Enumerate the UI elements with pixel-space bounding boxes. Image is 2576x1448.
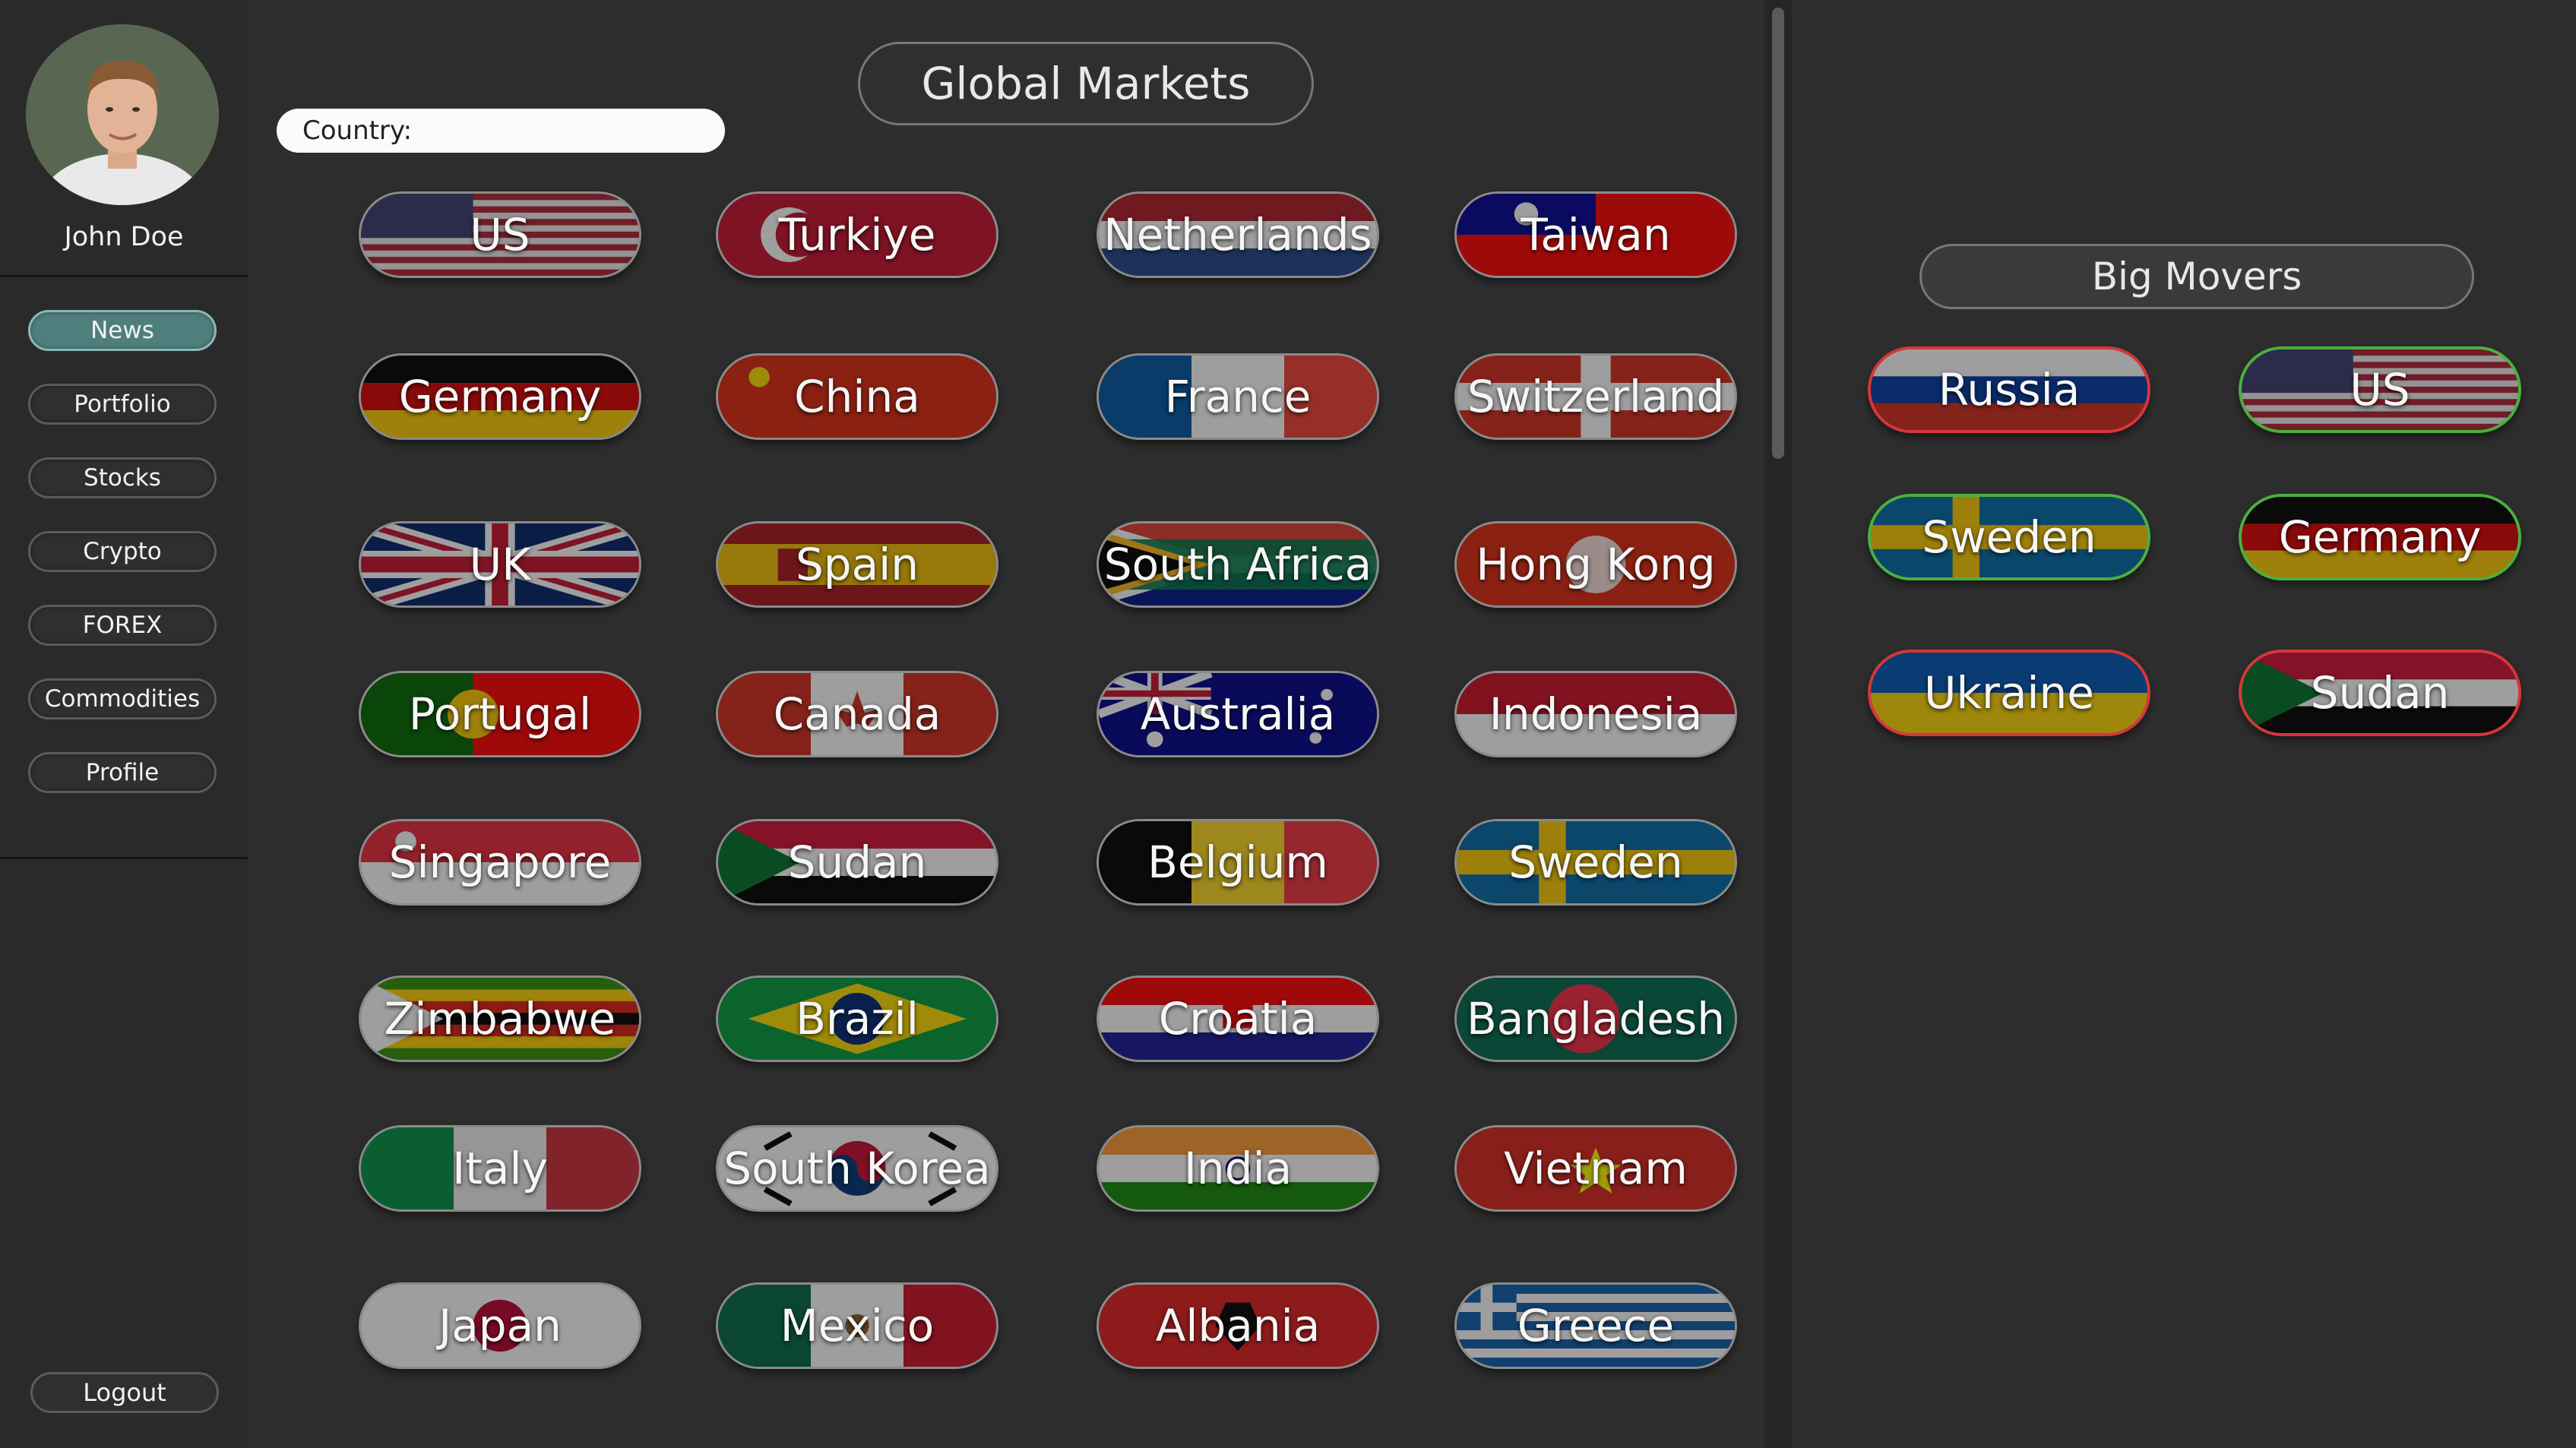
- country-label: Germany: [398, 371, 602, 422]
- country-pill-switzerland[interactable]: Switzerland: [1454, 353, 1737, 440]
- nav-portfolio-button[interactable]: Portfolio: [28, 384, 217, 425]
- country-pill-sweden[interactable]: Sweden: [1454, 819, 1737, 906]
- country-pill-india[interactable]: India: [1097, 1125, 1379, 1212]
- country-label: Turkiye: [778, 209, 936, 261]
- country-pill-spain[interactable]: Spain: [716, 521, 998, 608]
- country-label: India: [1183, 1143, 1293, 1194]
- country-label: Indonesia: [1489, 688, 1703, 740]
- country-pill-germany[interactable]: Germany: [2239, 494, 2521, 580]
- country-pill-china[interactable]: China: [716, 353, 998, 440]
- country-pill-sudan[interactable]: Sudan: [2239, 650, 2521, 736]
- country-pill-ukraine[interactable]: Ukraine: [1868, 650, 2150, 736]
- country-label: Zimbabwe: [384, 993, 616, 1045]
- country-label: Sweden: [1922, 511, 2097, 563]
- nav-forex-button[interactable]: FOREX: [28, 605, 217, 646]
- country-pill-brazil[interactable]: Brazil: [716, 975, 998, 1062]
- country-label: Germany: [2278, 511, 2482, 563]
- country-label: Belgium: [1147, 836, 1328, 888]
- country-label: Greece: [1517, 1300, 1675, 1352]
- country-pill-bangladesh[interactable]: Bangladesh: [1454, 975, 1737, 1062]
- country-pill-australia[interactable]: Australia: [1097, 671, 1379, 757]
- country-label: UK: [469, 539, 531, 590]
- global-markets-title: Global Markets: [858, 42, 1314, 125]
- country-label: China: [794, 371, 920, 422]
- avatar[interactable]: [26, 24, 219, 205]
- country-label: Canada: [773, 688, 941, 740]
- country-label: Japan: [438, 1300, 562, 1352]
- country-pill-south-africa[interactable]: South Africa: [1097, 521, 1379, 608]
- country-label: US: [2350, 364, 2410, 416]
- country-pill-russia[interactable]: Russia: [1868, 346, 2150, 433]
- country-label: Croatia: [1158, 993, 1318, 1045]
- country-label: Spain: [795, 539, 919, 590]
- country-pill-croatia[interactable]: Croatia: [1097, 975, 1379, 1062]
- country-label: Singapore: [388, 836, 612, 888]
- user-name: John Doe: [64, 222, 184, 252]
- big-movers-title: Big Movers: [1919, 244, 2474, 309]
- country-search-label: Country:: [302, 115, 413, 146]
- nav-commodities-button[interactable]: Commodities: [28, 678, 217, 719]
- country-pill-taiwan[interactable]: Taiwan: [1454, 191, 1737, 278]
- country-pill-sweden[interactable]: Sweden: [1868, 494, 2150, 580]
- country-pill-netherlands[interactable]: Netherlands: [1097, 191, 1379, 278]
- country-label: South Africa: [1103, 539, 1372, 590]
- country-pill-italy[interactable]: Italy: [359, 1125, 641, 1212]
- country-pill-us[interactable]: US: [2239, 346, 2521, 433]
- country-pill-us[interactable]: US: [359, 191, 641, 278]
- nav-crypto-button[interactable]: Crypto: [28, 531, 217, 572]
- logout-button[interactable]: Logout: [30, 1372, 219, 1413]
- sidebar: John Doe News Portfolio Stocks Crypto FO…: [0, 0, 248, 1448]
- country-pill-japan[interactable]: Japan: [359, 1282, 641, 1369]
- country-pill-uk[interactable]: UK: [359, 521, 641, 608]
- country-label: Hong Kong: [1476, 539, 1716, 590]
- nav-news-button[interactable]: News: [28, 310, 217, 351]
- country-pill-singapore[interactable]: Singapore: [359, 819, 641, 906]
- country-pill-portugal[interactable]: Portugal: [359, 671, 641, 757]
- nav-stocks-button[interactable]: Stocks: [28, 457, 217, 498]
- nav-profile-button[interactable]: Profile: [28, 752, 217, 793]
- country-label: Taiwan: [1521, 209, 1671, 261]
- country-label: Sweden: [1508, 836, 1683, 888]
- country-pill-indonesia[interactable]: Indonesia: [1454, 671, 1737, 757]
- country-label: Portugal: [408, 688, 592, 740]
- country-pill-mexico[interactable]: Mexico: [716, 1282, 998, 1369]
- country-pill-canada[interactable]: Canada: [716, 671, 998, 757]
- country-pill-germany[interactable]: Germany: [359, 353, 641, 440]
- country-search-input[interactable]: [412, 109, 723, 153]
- sidebar-divider: [0, 275, 248, 277]
- app-window: John Doe News Portfolio Stocks Crypto FO…: [0, 0, 2576, 1448]
- country-pill-south-korea[interactable]: South Korea: [716, 1125, 998, 1212]
- country-label: Ukraine: [1924, 667, 2094, 719]
- country-pill-france[interactable]: France: [1097, 353, 1379, 440]
- country-pill-hong-kong[interactable]: Hong Kong: [1454, 521, 1737, 608]
- country-pill-belgium[interactable]: Belgium: [1097, 819, 1379, 906]
- country-label: France: [1164, 371, 1312, 422]
- country-label: Bangladesh: [1466, 993, 1726, 1045]
- country-label: Switzerland: [1467, 371, 1725, 422]
- country-pill-greece[interactable]: Greece: [1454, 1282, 1737, 1369]
- country-label: Netherlands: [1103, 209, 1372, 261]
- country-label: Albania: [1155, 1300, 1321, 1352]
- avatar-image: [26, 24, 219, 205]
- country-pill-turkiye[interactable]: Turkiye: [716, 191, 998, 278]
- country-label: US: [470, 209, 530, 261]
- country-label: Sudan: [2310, 667, 2450, 719]
- country-search[interactable]: Country:: [277, 109, 725, 153]
- country-label: South Korea: [723, 1143, 991, 1194]
- country-label: Mexico: [780, 1300, 935, 1352]
- country-pill-zimbabwe[interactable]: Zimbabwe: [359, 975, 641, 1062]
- country-label: Sudan: [787, 836, 927, 888]
- sidebar-divider: [0, 857, 248, 859]
- country-pill-vietnam[interactable]: Vietnam: [1454, 1125, 1737, 1212]
- scrollbar-thumb[interactable]: [1772, 8, 1784, 459]
- country-label: Russia: [1938, 364, 2081, 416]
- country-label: Australia: [1140, 688, 1336, 740]
- country-label: Vietnam: [1504, 1143, 1688, 1194]
- country-pill-sudan[interactable]: Sudan: [716, 819, 998, 906]
- country-label: Brazil: [796, 993, 919, 1045]
- country-label: Italy: [452, 1143, 548, 1194]
- country-pill-albania[interactable]: Albania: [1097, 1282, 1379, 1369]
